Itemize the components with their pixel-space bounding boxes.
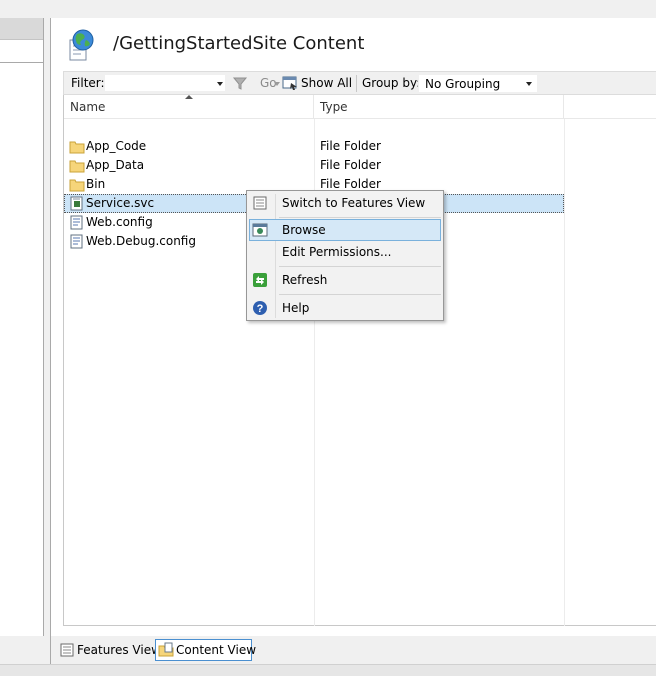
row-name: App_Code	[86, 139, 147, 153]
group-by-dropdown-arrow-icon[interactable]	[526, 82, 532, 86]
refresh-icon	[253, 273, 267, 287]
row-name: App_Data	[86, 158, 145, 172]
menu-item-refresh[interactable]: Refresh	[249, 269, 441, 291]
status-strip	[0, 664, 656, 676]
filter-toolbar: Filter: Go Show All Group by: No Groupin…	[63, 71, 656, 95]
menu-item-browse[interactable]: Browse	[249, 219, 441, 241]
column-type-label: Type	[320, 100, 348, 114]
filter-label: Filter:	[71, 76, 105, 90]
row-name: Web.config	[86, 215, 153, 229]
features-view-icon	[253, 196, 267, 210]
menu-item-label: Browse	[282, 223, 326, 237]
group-by-value: No Grouping	[425, 77, 501, 91]
column-header-name[interactable]: Name	[64, 95, 314, 119]
table-row[interactable]: App_Data File Folder	[64, 156, 564, 175]
view-tabs-bar: Features View Content View	[50, 636, 656, 664]
column-divider	[564, 119, 565, 626]
menu-separator	[279, 266, 441, 267]
go-dropdown-arrow-icon[interactable]	[274, 82, 280, 86]
folder-icon	[69, 141, 85, 154]
menu-item-help[interactable]: ? Help	[249, 297, 441, 319]
show-all-icon[interactable]	[282, 75, 299, 91]
sort-ascending-icon	[185, 95, 193, 99]
filter-input[interactable]	[104, 74, 226, 92]
page-title: /GettingStartedSite Content	[113, 33, 365, 54]
folder-icon	[69, 179, 85, 192]
row-type: File Folder	[320, 177, 381, 191]
folder-icon	[69, 160, 85, 173]
column-header-type[interactable]: Type	[314, 95, 564, 119]
row-name: Bin	[86, 177, 106, 191]
group-by-select[interactable]: No Grouping	[418, 74, 538, 93]
help-icon: ?	[253, 301, 267, 315]
menu-separator	[279, 217, 441, 218]
menu-item-label: Edit Permissions...	[282, 245, 392, 259]
tab-label: Features View	[77, 643, 161, 657]
show-all-button[interactable]: Show All	[301, 76, 352, 90]
content-list: Name Type App_Code File Folder App_Data …	[63, 95, 656, 626]
config-file-icon	[70, 215, 83, 230]
row-type: File Folder	[320, 139, 381, 153]
window-top-strip	[0, 0, 656, 18]
menu-item-label: Refresh	[282, 273, 328, 287]
menu-item-switch-to-features-view[interactable]: Switch to Features View	[249, 192, 441, 214]
menu-item-label: Help	[282, 301, 310, 315]
globe-page-icon	[69, 29, 94, 61]
tab-content-view[interactable]: Content View	[155, 639, 256, 661]
content-header: /GettingStartedSite Content	[51, 18, 656, 70]
menu-item-edit-permissions[interactable]: Edit Permissions...	[249, 241, 441, 263]
row-type: File Folder	[320, 158, 381, 172]
funnel-icon[interactable]	[232, 75, 248, 91]
connections-pane	[0, 18, 44, 636]
features-view-icon	[60, 643, 74, 657]
row-name: Service.svc	[86, 196, 155, 210]
context-menu: Switch to Features View Browse Edit Perm…	[246, 190, 444, 321]
connections-pane-header	[0, 18, 43, 40]
content-view-icon	[158, 642, 174, 657]
content-panel: /GettingStartedSite Content Filter: Go S…	[50, 18, 656, 636]
menu-separator	[279, 294, 441, 295]
column-header-blank	[564, 95, 656, 119]
svc-file-icon	[70, 196, 83, 211]
toolbar-separator	[356, 75, 357, 92]
group-by-label: Group by:	[362, 76, 421, 90]
row-name: Web.Debug.config	[86, 234, 196, 248]
connections-pane-divider	[0, 62, 43, 63]
menu-item-label: Switch to Features View	[282, 196, 426, 210]
tab-label: Content View	[176, 643, 257, 657]
browse-icon	[252, 223, 268, 237]
column-name-label: Name	[70, 100, 106, 114]
config-file-icon	[70, 234, 83, 249]
filter-dropdown-arrow-icon[interactable]	[217, 82, 223, 86]
table-row[interactable]: App_Code File Folder	[64, 137, 564, 156]
tab-features-view[interactable]: Features View	[56, 639, 161, 661]
svg-text:?: ?	[257, 303, 264, 315]
